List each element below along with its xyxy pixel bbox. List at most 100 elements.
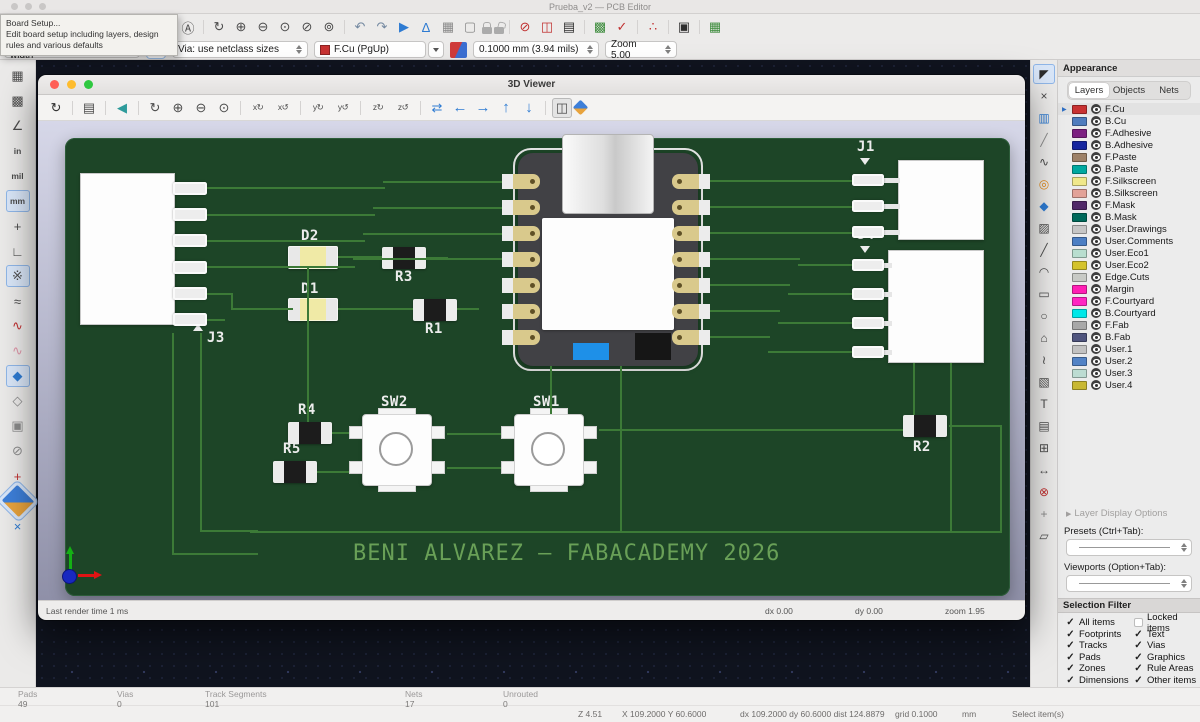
layer-row[interactable]: B.Cu <box>1058 115 1200 127</box>
appearance-tab[interactable]: Nets <box>1149 83 1189 98</box>
grid-origin-icon[interactable]: + <box>1033 504 1055 524</box>
pcb-diff-icon[interactable]: ▦ <box>705 17 725 37</box>
place-text-icon[interactable]: T <box>1033 394 1055 414</box>
rotate-y-cw-icon[interactable]: y↻ <box>307 98 329 118</box>
visibility-eye-icon[interactable] <box>1091 164 1101 174</box>
units-inches-icon[interactable]: in <box>6 140 30 162</box>
zoom-fit-icon[interactable]: ⊙ <box>214 98 234 118</box>
visibility-eye-icon[interactable] <box>1091 344 1101 354</box>
via-size-select[interactable]: Via: use netclass sizes <box>172 41 308 58</box>
layer-row[interactable]: F.Fab <box>1058 319 1200 331</box>
checkbox[interactable]: ✓ <box>1065 629 1076 640</box>
zoom-select[interactable]: Zoom 5.00 <box>605 39 677 61</box>
pan-right-icon[interactable]: → <box>473 98 493 118</box>
zoom-fit-objects-icon[interactable]: ⊘ <box>297 17 317 37</box>
net-colors-icon[interactable]: ∿ <box>6 340 30 362</box>
highlight-net-icon[interactable]: ∴ <box>643 17 663 37</box>
layer-color-swatch[interactable] <box>1072 356 1087 366</box>
visibility-eye-icon[interactable] <box>1091 272 1101 282</box>
layer-color-swatch[interactable] <box>1072 260 1087 270</box>
draw-arc-icon[interactable]: ◠ <box>1033 262 1055 282</box>
zoom-fit-page-icon[interactable]: ⊙ <box>275 17 295 37</box>
mirror-view-icon[interactable]: Δ <box>416 17 436 37</box>
rotate-z-ccw-icon[interactable]: z↺ <box>392 98 414 118</box>
visibility-eye-icon[interactable] <box>1091 104 1101 114</box>
visibility-eye-icon[interactable] <box>1091 380 1101 390</box>
checkbox[interactable]: ✓ <box>1065 640 1076 651</box>
scripting-console-icon[interactable]: ▣ <box>674 17 694 37</box>
layer-row[interactable]: Edge.Cuts <box>1058 271 1200 283</box>
zoom-in-icon[interactable]: ⊕ <box>168 98 188 118</box>
visibility-eye-icon[interactable] <box>1091 188 1101 198</box>
cursor-shape-icon[interactable]: + <box>6 215 30 237</box>
visibility-eye-icon[interactable] <box>1091 248 1101 258</box>
visibility-eye-icon[interactable] <box>1091 236 1101 246</box>
layer-row[interactable]: F.Courtyard <box>1058 295 1200 307</box>
layers-diamond-icon[interactable] <box>572 99 589 116</box>
flip-board-icon[interactable]: ⇄ <box>427 98 447 118</box>
pan-down-icon[interactable]: ↓ <box>519 98 539 118</box>
checkbox[interactable]: ✓ <box>1133 629 1144 640</box>
net-highlight-icon[interactable]: ∿ <box>6 315 30 337</box>
visibility-eye-icon[interactable] <box>1091 152 1101 162</box>
layer-row[interactable]: User.Comments <box>1058 235 1200 247</box>
grid-overrides-icon[interactable]: ▩ <box>6 90 30 112</box>
layer-color-swatch[interactable] <box>1072 332 1087 342</box>
select-area-icon[interactable]: ▦ <box>438 17 458 37</box>
delete-tool-icon[interactable]: ⊗ <box>1033 482 1055 502</box>
library-browser-icon[interactable]: ◫ <box>537 17 557 37</box>
draw-bezier-icon[interactable]: ≀ <box>1033 350 1055 370</box>
zone-fill-icon[interactable]: ◆ <box>5 365 30 387</box>
layer-row[interactable]: F.Adhesive <box>1058 127 1200 139</box>
layer-color-swatch[interactable] <box>1072 236 1087 246</box>
viewer-3d-viewport[interactable]: J3 D2 D1 R3 R1 R4 R5 R2 J1 <box>38 121 1025 600</box>
zoom-in-icon[interactable]: ⊕ <box>231 17 251 37</box>
render-view-icon[interactable]: ◀ <box>112 98 132 118</box>
polar-coords-icon[interactable]: ∠ <box>6 115 30 137</box>
deselect-area-icon[interactable]: ▢ <box>460 17 480 37</box>
zoom-auto-icon[interactable]: Ⓐ <box>178 17 198 37</box>
dimension-icon[interactable]: ↔ <box>1033 460 1055 480</box>
visibility-eye-icon[interactable] <box>1091 308 1101 318</box>
drc-icon[interactable]: ✓ <box>612 17 632 37</box>
lock-icon[interactable] <box>482 22 492 34</box>
ratsnest-visibility-icon[interactable]: ※ <box>5 265 30 287</box>
draw-line-icon[interactable]: ╱ <box>1033 240 1055 260</box>
rotate-x-cw-icon[interactable]: x↻ <box>247 98 269 118</box>
grid-visibility-icon[interactable]: ▦ <box>6 65 30 87</box>
pan-left-icon[interactable]: ← <box>450 98 470 118</box>
layer-row[interactable]: B.Paste <box>1058 163 1200 175</box>
checkbox[interactable]: ✓ <box>1065 675 1076 686</box>
visibility-eye-icon[interactable] <box>1091 176 1101 186</box>
select-tool-icon[interactable]: ◤ <box>1033 64 1055 84</box>
place-image-icon[interactable]: ▧ <box>1033 372 1055 392</box>
layer-row[interactable]: B.Mask <box>1058 211 1200 223</box>
layer-row[interactable]: User.3 <box>1058 367 1200 379</box>
grid-size-select[interactable]: 0.1000 mm (3.94 mils) <box>473 41 599 58</box>
layer-row[interactable]: B.Fab <box>1058 331 1200 343</box>
place-via-icon[interactable]: ◎ <box>1033 174 1055 194</box>
layer-color-swatch[interactable] <box>1072 128 1087 138</box>
layer-row[interactable]: Margin <box>1058 283 1200 295</box>
layer-row[interactable]: F.Paste <box>1058 151 1200 163</box>
measure-tool-icon[interactable]: ▱ <box>1033 526 1055 546</box>
layer-row[interactable]: User.4 <box>1058 379 1200 391</box>
redo-icon[interactable]: ↷ <box>372 17 392 37</box>
presets-select[interactable] <box>1066 539 1192 556</box>
draw-textbox-icon[interactable]: ▤ <box>1033 416 1055 436</box>
angle-mode-icon[interactable]: ∟ <box>6 240 30 262</box>
checkbox[interactable]: ✓ <box>1133 663 1144 674</box>
units-mm-icon[interactable]: mm <box>5 190 30 212</box>
rotate-y-ccw-icon[interactable]: y↺ <box>332 98 354 118</box>
visibility-eye-icon[interactable] <box>1091 224 1101 234</box>
rotate-z-cw-icon[interactable]: z↻ <box>367 98 389 118</box>
layer-color-swatch[interactable] <box>1072 380 1087 390</box>
layer-color-swatch[interactable] <box>1072 116 1087 126</box>
layer-color-swatch[interactable] <box>1072 212 1087 222</box>
local-ratsnest-icon[interactable]: × <box>1033 86 1055 106</box>
layer-color-swatch[interactable] <box>1072 344 1087 354</box>
plot-icon[interactable]: ▶ <box>394 17 414 37</box>
route-tracks-icon[interactable]: ╱ <box>1033 130 1055 150</box>
visibility-eye-icon[interactable] <box>1091 128 1101 138</box>
properties-panel-icon[interactable]: × <box>6 515 30 537</box>
